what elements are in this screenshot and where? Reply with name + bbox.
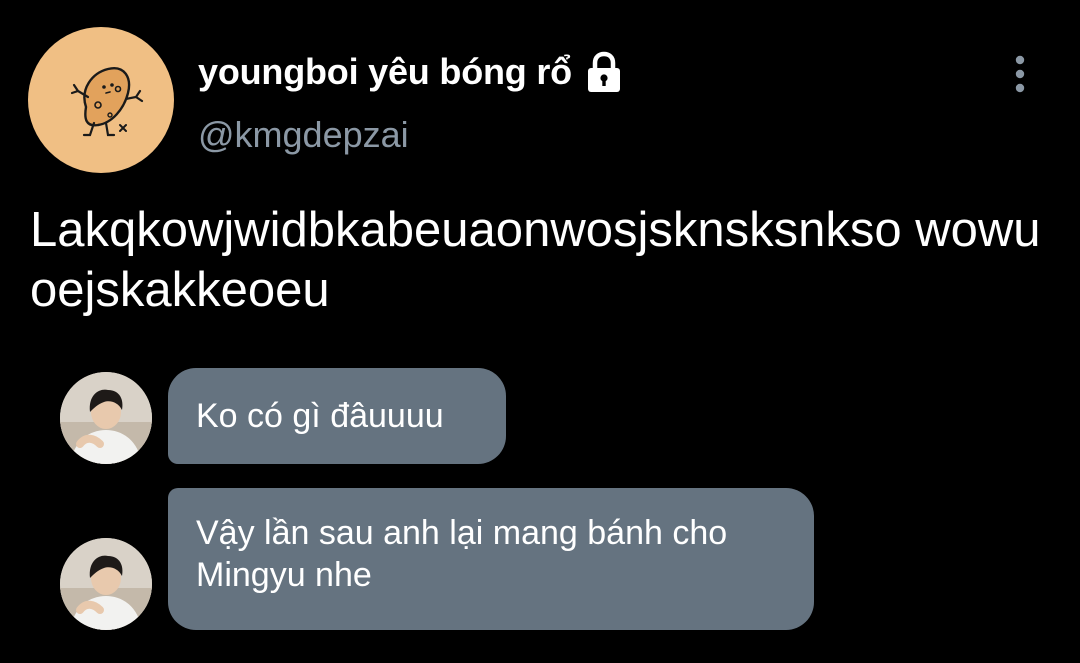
lock-icon	[582, 50, 626, 94]
more-vertical-icon	[1015, 55, 1025, 93]
message-bubble[interactable]: Vậy lần sau anh lại mang bánh cho Mingyu…	[168, 488, 814, 630]
display-name[interactable]: youngboi yêu bóng rổ	[198, 51, 572, 93]
potato-doodle-icon	[70, 67, 144, 137]
message-avatar[interactable]	[60, 372, 152, 464]
person-photo-icon	[60, 538, 152, 630]
person-photo-icon	[60, 372, 152, 464]
user-handle[interactable]: @kmgdepzai	[198, 114, 409, 156]
message-text: Vậy lần sau anh lại mang bánh cho Mingyu…	[196, 514, 728, 594]
message-text: Ko có gì đâuuuu	[196, 397, 444, 435]
tweet-text: Lakqkowjwidbkabeuaonwosjsknsksnkso wowuo…	[30, 203, 1041, 317]
more-options-button[interactable]	[1000, 52, 1040, 96]
display-name-row: youngboi yêu bóng rổ	[198, 48, 626, 96]
message-bubble[interactable]: Ko có gì đâuuuu	[168, 368, 506, 464]
message-avatar[interactable]	[60, 538, 152, 630]
profile-avatar[interactable]	[28, 27, 174, 173]
